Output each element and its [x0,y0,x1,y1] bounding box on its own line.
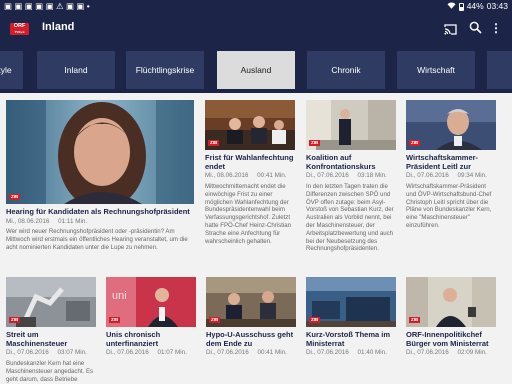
video-meta: Di., 07.06.2016 03:18 Min. [306,172,387,179]
tab-wirtschaft[interactable]: Wirtschaft [397,51,475,89]
video-title: Frist für Wahlanfechtung endet [205,153,294,171]
video-meta: Di., 07.06.2016 01:40 Min. [306,349,387,356]
video-title: Hypo-U-Ausschuss geht dem Ende zu [206,330,294,348]
video-thumbnail: ZIB [205,100,295,150]
video-card[interactable]: ZIB Frist für Wahlanfechtung endet Mi., … [205,100,295,265]
video-card[interactable]: ZIB Hypo-U-Ausschuss geht dem Ende zu Di… [206,277,296,384]
featured-video-card[interactable]: ZIB Hearing für Kandidaten als Rechnungs… [6,100,194,265]
video-card[interactable]: ZIB ORF-Innenpolitikchef Bürger vom Mini… [406,277,496,384]
wifi-icon [447,1,456,11]
video-thumbnail: ZIB [6,277,96,327]
status-right: 44% 03:43 [447,1,508,11]
video-thumbnail: uni ZIB [106,277,196,327]
video-meta: Di., 07.06.2016 01:07 Min. [106,349,187,356]
video-description: Wirtschaftskammer-Präsident und ÖVP-Wirt… [406,183,492,229]
tab-ausland[interactable]: Ausland [217,51,295,89]
video-meta: Di., 07.06.2016 00:41 Min. [206,349,287,356]
video-description: Mittwochmittemacht endet die einwöchige … [205,183,292,245]
video-card[interactable]: ZIB Kurz-Vorstoß Thema im Ministerrat Di… [306,277,396,384]
status-bar: ▣ ▣ ▣ ▣ ▣ ⚠ ▣ ▣ • 44% 03:43 [0,0,512,13]
video-title: Koalition auf Konfrontationskurs [306,153,376,171]
zib-badge: ZIB [209,317,221,323]
video-title: Kurz-Vorstoß Thema im Ministerrat [306,330,391,348]
video-title: ORF-Innenpolitikchef Bürger vom Minister… [406,330,489,348]
video-meta: Mi., 08.06.2016 00:41 Min. [205,172,287,179]
tab-next[interactable] [487,51,512,89]
category-tabs: estyle Inland Flüchtlingskrise Ausland C… [0,45,512,93]
video-meta: Di., 07.06.2016 09:34 Min. [406,172,487,179]
battery-icon [458,3,464,11]
zib-badge: ZIB [9,194,21,200]
zib-badge: ZIB [409,317,421,323]
video-card[interactable]: ZIB Streit um Maschinensteuer Di., 07.06… [6,277,96,384]
video-card[interactable]: ZIB Wirtschaftskammer-Präsident Leitl zu… [406,100,496,230]
zib-badge: ZIB [9,317,21,323]
featured-thumbnail: ZIB [6,100,194,204]
battery-percent: 44% [466,1,484,11]
orf-logo[interactable]: ORF TVthek [10,23,29,35]
svg-text:uni: uni [112,290,127,302]
video-thumbnail: ZIB [306,277,396,327]
tab-inland[interactable]: Inland [37,51,115,89]
zib-badge: ZIB [109,317,121,323]
video-title: Unis chronisch unterfinanziert [106,330,161,348]
cast-icon[interactable] [444,22,457,35]
video-thumbnail: ZIB [406,277,496,327]
overflow-menu-icon[interactable]: ⋮ [490,21,502,35]
video-thumbnail: ZIB [406,100,496,150]
video-thumbnail: ZIB [306,100,396,150]
tab-lifestyle[interactable]: estyle [0,51,23,89]
tab-chronik[interactable]: Chronik [307,51,385,89]
video-thumbnail: ZIB [206,277,296,327]
video-card[interactable]: ZIB Koalition auf Konfrontationskurs Di.… [306,100,396,268]
featured-description: Wer wird neuer Rechnungshofpräsident ode… [6,228,188,251]
search-icon[interactable] [469,21,482,34]
notification-icons: ▣ ▣ ▣ ▣ ▣ ⚠ ▣ ▣ • [4,1,90,11]
zib-badge: ZIB [208,140,220,146]
featured-title: Hearing für Kandidaten als Rechnungshofp… [6,207,190,216]
featured-meta: Mi., 08.06.2016 01:11 Min. [6,218,88,225]
tab-fluechtlingskrise[interactable]: Flüchtlingskrise [126,51,204,89]
video-meta: Di., 07.06.2016 02:09 Min. [406,349,487,356]
video-title: Wirtschaftskammer-Präsident Leitl zur [406,153,479,171]
video-title: Streit um Maschinensteuer [6,330,68,348]
zib-badge: ZIB [309,317,321,323]
clock: 03:43 [486,1,508,11]
page-title: Inland [42,21,75,33]
app-bar: ORF TVthek Inland ⋮ [0,13,512,45]
video-description: In den letzten Tagen traten die Differen… [306,183,394,253]
zib-badge: ZIB [309,140,321,146]
video-description: Bundeskanzler Kern hat eine Maschinenste… [6,360,94,383]
video-meta: Di., 07.06.2016 03:07 Min. [6,349,87,356]
video-card[interactable]: uni ZIB Unis chronisch unterfinanziert D… [106,277,196,384]
zib-badge: ZIB [409,140,421,146]
